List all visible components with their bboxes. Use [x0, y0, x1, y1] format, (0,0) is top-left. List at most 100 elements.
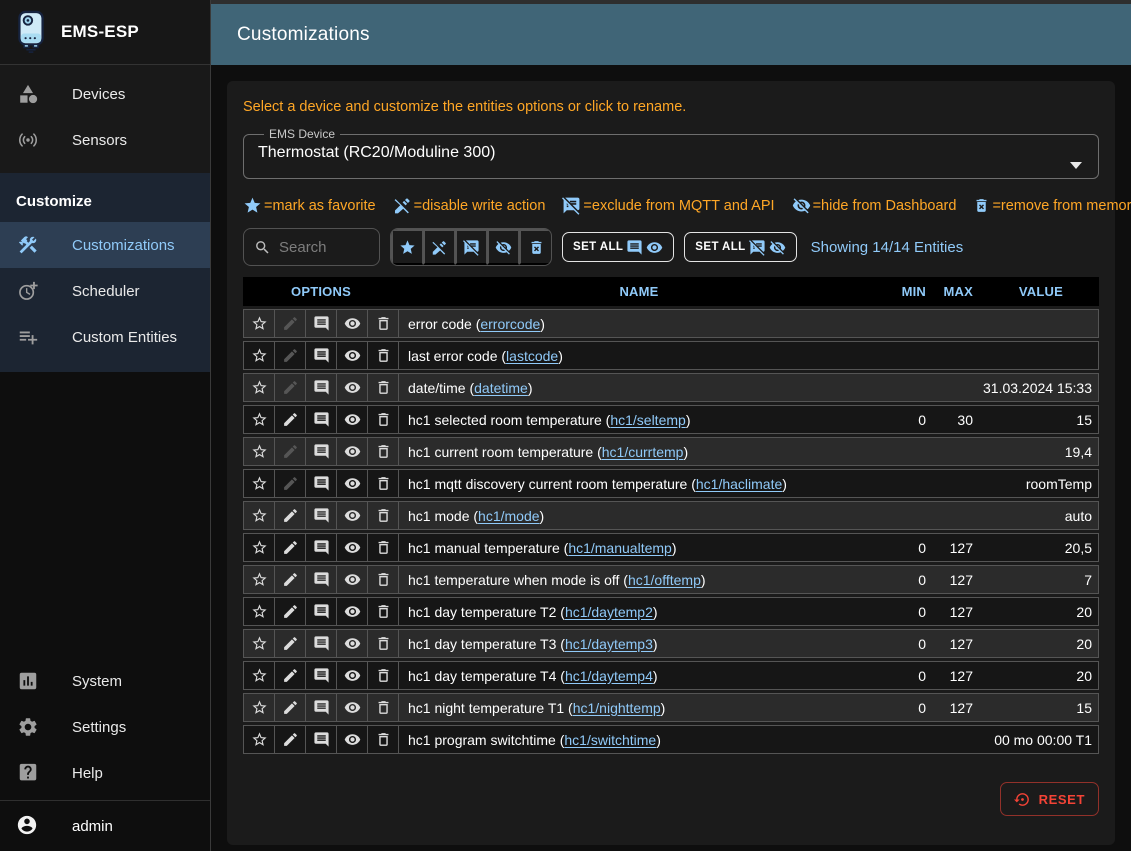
sidebar-item-sensors[interactable]: Sensors — [0, 117, 210, 163]
favorite-toggle[interactable] — [244, 438, 275, 465]
rename-toggle[interactable] — [275, 662, 306, 689]
visibility-toggle[interactable] — [337, 662, 368, 689]
favorite-toggle[interactable] — [244, 502, 275, 529]
remove-toggle[interactable] — [368, 438, 399, 465]
search-input[interactable] — [279, 239, 369, 256]
favorite-toggle[interactable] — [244, 566, 275, 593]
favorite-toggle[interactable] — [244, 534, 275, 561]
mqtt-toggle[interactable] — [306, 630, 337, 657]
visibility-toggle[interactable] — [337, 310, 368, 337]
mqtt-toggle[interactable] — [306, 566, 337, 593]
entity-shortname-link[interactable]: hc1/mode — [478, 508, 539, 524]
entity-name-cell[interactable]: hc1 manual temperature (hc1/manualtemp) — [399, 533, 879, 562]
visibility-toggle[interactable] — [337, 598, 368, 625]
sidebar-item-settings[interactable]: Settings — [0, 704, 210, 750]
favorite-toggle[interactable] — [244, 470, 275, 497]
sidebar-user-admin[interactable]: admin — [0, 801, 210, 851]
entity-shortname-link[interactable]: datetime — [474, 380, 528, 396]
entity-shortname-link[interactable]: hc1/offtemp — [628, 572, 701, 588]
sidebar-item-system[interactable]: System — [0, 658, 210, 704]
favorite-toggle[interactable] — [244, 630, 275, 657]
favorite-filter-button[interactable] — [391, 229, 423, 265]
mqtt-toggle[interactable] — [306, 534, 337, 561]
sidebar-item-customizations[interactable]: Customizations — [0, 222, 210, 268]
sidebar-item-devices[interactable]: Devices — [0, 71, 210, 117]
remove-toggle[interactable] — [368, 630, 399, 657]
mqtt-toggle[interactable] — [306, 310, 337, 337]
rename-toggle[interactable] — [275, 598, 306, 625]
favorite-toggle[interactable] — [244, 374, 275, 401]
rename-toggle[interactable] — [275, 630, 306, 657]
ems-device-select[interactable]: EMS Device Thermostat (RC20/Moduline 300… — [243, 127, 1099, 179]
visibility-toggle[interactable] — [337, 406, 368, 433]
remove-toggle[interactable] — [368, 406, 399, 433]
entity-name-cell[interactable]: hc1 selected room temperature (hc1/selte… — [399, 405, 879, 434]
entity-name-cell[interactable]: last error code (lastcode) — [399, 341, 879, 370]
entity-shortname-link[interactable]: hc1/daytemp2 — [565, 604, 653, 620]
favorite-toggle[interactable] — [244, 406, 275, 433]
remove-toggle[interactable] — [368, 502, 399, 529]
remove-toggle[interactable] — [368, 726, 399, 753]
visibility-toggle[interactable] — [337, 726, 368, 753]
remove-toggle[interactable] — [368, 470, 399, 497]
entity-shortname-link[interactable]: hc1/nighttemp — [573, 700, 661, 716]
entity-name-cell[interactable]: hc1 temperature when mode is off (hc1/of… — [399, 565, 879, 594]
disable-write-filter-button[interactable] — [423, 229, 455, 265]
favorite-toggle[interactable] — [244, 726, 275, 753]
entity-name-cell[interactable]: date/time (datetime) — [399, 373, 879, 402]
entity-name-cell[interactable]: hc1 day temperature T2 (hc1/daytemp2) — [399, 597, 879, 626]
visibility-toggle[interactable] — [337, 502, 368, 529]
entity-shortname-link[interactable]: hc1/daytemp3 — [565, 636, 653, 652]
hide-dashboard-filter-button[interactable] — [487, 229, 519, 265]
mqtt-toggle[interactable] — [306, 470, 337, 497]
mqtt-toggle[interactable] — [306, 694, 337, 721]
remove-toggle[interactable] — [368, 598, 399, 625]
entity-name-cell[interactable]: hc1 night temperature T1 (hc1/nighttemp) — [399, 693, 879, 722]
entity-name-cell[interactable]: hc1 current room temperature (hc1/currte… — [399, 437, 879, 466]
visibility-toggle[interactable] — [337, 694, 368, 721]
favorite-toggle[interactable] — [244, 342, 275, 369]
entity-name-cell[interactable]: hc1 mqtt discovery current room temperat… — [399, 469, 879, 498]
entity-name-cell[interactable]: hc1 day temperature T4 (hc1/daytemp4) — [399, 661, 879, 690]
set-all-show-button[interactable]: SET ALL — [562, 232, 674, 262]
visibility-toggle[interactable] — [337, 630, 368, 657]
favorite-toggle[interactable] — [244, 310, 275, 337]
rename-toggle[interactable] — [275, 534, 306, 561]
visibility-toggle[interactable] — [337, 534, 368, 561]
mqtt-toggle[interactable] — [306, 662, 337, 689]
mqtt-toggle[interactable] — [306, 406, 337, 433]
entity-shortname-link[interactable]: hc1/haclimate — [696, 476, 782, 492]
visibility-toggle[interactable] — [337, 438, 368, 465]
reset-button[interactable]: RESET — [1000, 782, 1099, 816]
visibility-toggle[interactable] — [337, 566, 368, 593]
search-box[interactable] — [243, 228, 380, 266]
remove-toggle[interactable] — [368, 374, 399, 401]
sidebar-item-help[interactable]: Help — [0, 750, 210, 796]
mqtt-toggle[interactable] — [306, 374, 337, 401]
entity-name-cell[interactable]: hc1 day temperature T3 (hc1/daytemp3) — [399, 629, 879, 658]
rename-toggle[interactable] — [275, 566, 306, 593]
entity-shortname-link[interactable]: lastcode — [506, 348, 558, 364]
entity-shortname-link[interactable]: hc1/manualtemp — [568, 540, 672, 556]
favorite-toggle[interactable] — [244, 662, 275, 689]
mqtt-toggle[interactable] — [306, 502, 337, 529]
entity-name-cell[interactable]: hc1 mode (hc1/mode) — [399, 501, 879, 530]
remove-toggle[interactable] — [368, 534, 399, 561]
set-all-hide-button[interactable]: SET ALL — [684, 232, 796, 262]
entity-name-cell[interactable]: hc1 program switchtime (hc1/switchtime) — [399, 725, 879, 754]
rename-toggle[interactable] — [275, 502, 306, 529]
rename-toggle[interactable] — [275, 694, 306, 721]
exclude-mqtt-filter-button[interactable] — [455, 229, 487, 265]
entity-shortname-link[interactable]: hc1/daytemp4 — [565, 668, 653, 684]
visibility-toggle[interactable] — [337, 342, 368, 369]
entity-name-cell[interactable]: error code (errorcode) — [399, 309, 879, 338]
mqtt-toggle[interactable] — [306, 726, 337, 753]
visibility-toggle[interactable] — [337, 374, 368, 401]
remove-toggle[interactable] — [368, 566, 399, 593]
sidebar-item-custom-entities[interactable]: Custom Entities — [0, 314, 210, 360]
remove-memory-filter-button[interactable] — [519, 229, 551, 265]
remove-toggle[interactable] — [368, 310, 399, 337]
remove-toggle[interactable] — [368, 342, 399, 369]
mqtt-toggle[interactable] — [306, 598, 337, 625]
mqtt-toggle[interactable] — [306, 342, 337, 369]
